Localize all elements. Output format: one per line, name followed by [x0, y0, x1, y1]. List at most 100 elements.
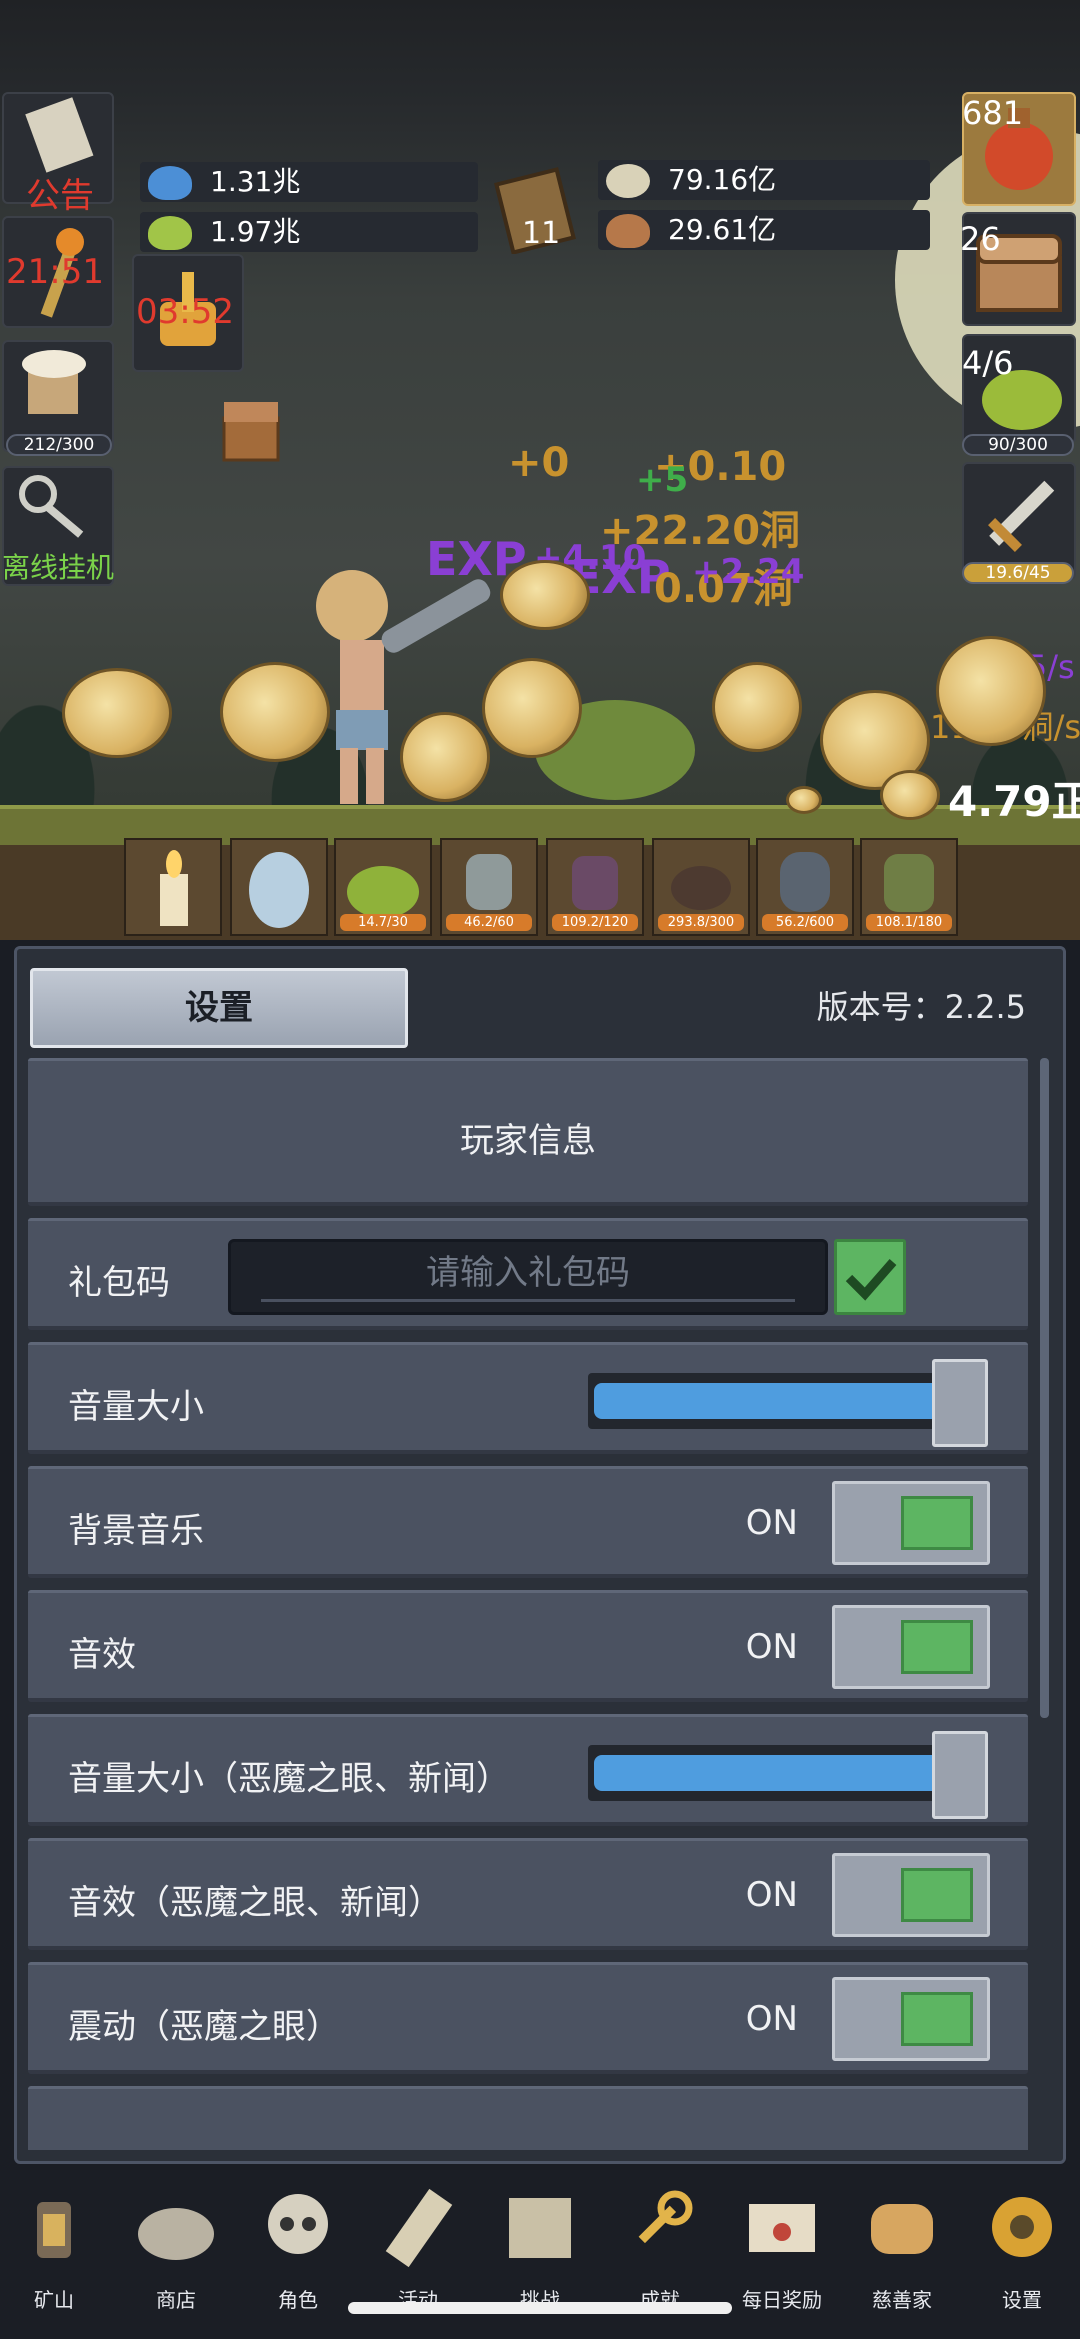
battle-fx: +0: [508, 440, 570, 486]
coin-bag-icon: [138, 2208, 214, 2260]
resource-meat: 29.61亿: [598, 210, 930, 250]
monster-slot[interactable]: 109.2/120: [546, 838, 644, 936]
toggle-knob: [901, 1868, 973, 1922]
nav-item-settings[interactable]: 设置: [962, 2180, 1080, 2330]
vibrate-label: 震动（恶魔之眼）: [68, 2007, 340, 2047]
monster-slot[interactable]: 293.8/300: [652, 838, 750, 936]
home-indicator[interactable]: [348, 2302, 732, 2314]
gift-code-confirm-button[interactable]: [834, 1239, 906, 1315]
chest-timer: 03:52: [136, 292, 234, 332]
monster-slot[interactable]: 56.2/600: [756, 838, 854, 936]
volume-label: 音量大小: [68, 1387, 204, 1427]
coin: [62, 668, 172, 758]
coin: [400, 712, 490, 802]
settings-list: 玩家信息 礼包码 请输入礼包码 音量大小 背景音乐 ON 音效 ON 音量大小（…: [28, 1058, 1038, 2150]
imp-monster-icon: [572, 856, 618, 910]
settings-scrollbar[interactable]: [1040, 1058, 1049, 1718]
slime-ratio: 4/6: [962, 344, 1014, 382]
nav-label: 慈善家: [872, 2288, 932, 2312]
version-label: 版本号：2.2.5: [816, 988, 1026, 1026]
monster-slot[interactable]: 14.7/30: [334, 838, 432, 936]
potion-count: 681: [962, 94, 1024, 132]
gift-code-row: 礼包码 请输入礼包码: [28, 1218, 1028, 1330]
hooded-monster-icon: [780, 852, 830, 912]
slime-progress: 90/300: [962, 434, 1074, 456]
sword-progress: 19.6/45: [962, 562, 1074, 584]
coin: [880, 770, 940, 820]
green-potion-icon: [148, 216, 192, 250]
map-icon: [509, 2198, 571, 2258]
nav-label: 矿山: [34, 2288, 74, 2312]
monster-slot[interactable]: 108.1/180: [860, 838, 958, 936]
toggle-knob: [901, 1620, 973, 1674]
coin: [500, 560, 590, 630]
chest-count: 26: [960, 220, 1001, 258]
monster-progress: 56.2/600: [762, 914, 848, 931]
resource-blue-potion: 1.31兆: [140, 162, 478, 202]
volume-slider-handle[interactable]: [932, 1359, 988, 1447]
nav-label: 商店: [156, 2288, 196, 2312]
egg-icon: [249, 852, 309, 928]
blue-potion-icon: [148, 166, 192, 200]
bgm-toggle[interactable]: [832, 1481, 990, 1565]
ale-progress: 212/300: [6, 434, 112, 456]
nav-item-philanthropist[interactable]: 慈善家: [842, 2180, 962, 2330]
small-chest-icon[interactable]: [216, 388, 286, 468]
battle-fx: +2.24: [692, 552, 805, 592]
candle-slot[interactable]: [124, 838, 222, 936]
resource-green-potion: 1.97兆: [140, 212, 478, 252]
resource-coin: 79.16亿: [598, 160, 930, 200]
checkmark-icon: [845, 1259, 897, 1301]
sfx-toggle[interactable]: [832, 1605, 990, 1689]
bgm-row: 背景音乐 ON: [28, 1466, 1028, 1578]
nav-item-daily-reward[interactable]: 每日奖励: [722, 2180, 842, 2330]
gear-icon: [992, 2197, 1052, 2257]
volume2-slider-fill: [594, 1755, 946, 1791]
toggle-knob: [901, 1496, 973, 1550]
gift-code-input[interactable]: 请输入礼包码: [228, 1239, 828, 1315]
monster-slot[interactable]: 46.2/60: [440, 838, 538, 936]
resource-coin-value: 79.16亿: [668, 163, 777, 196]
toggle-knob: [901, 1992, 973, 2046]
player-info-row[interactable]: 玩家信息: [28, 1058, 1028, 1206]
volume2-row: 音量大小（恶魔之眼、新闻）: [28, 1714, 1028, 1826]
resource-meat-value: 29.61亿: [668, 213, 777, 246]
nav-label: 设置: [1002, 2288, 1042, 2312]
skull-icon: [268, 2194, 328, 2254]
tab-settings[interactable]: 设置: [30, 968, 408, 1048]
notice-label: 公告: [26, 176, 94, 216]
envelope-icon: [749, 2204, 815, 2252]
silver-coin-icon: [606, 164, 650, 198]
beer-mug-icon: [22, 350, 86, 414]
volume-slider[interactable]: [588, 1359, 988, 1447]
vibrate-toggle[interactable]: [832, 1977, 990, 2061]
sfx2-toggle[interactable]: [832, 1853, 990, 1937]
coin: [220, 662, 330, 762]
sfx-label: 音效: [68, 1635, 136, 1675]
monster-progress: 108.1/180: [866, 914, 952, 931]
key-icon: [19, 475, 84, 538]
egg-slot[interactable]: [230, 838, 328, 936]
sfx2-label: 音效（恶魔之眼、新闻）: [68, 1883, 442, 1923]
nav-item-shop[interactable]: 商店: [116, 2180, 236, 2330]
nav-label: 每日奖励: [742, 2288, 822, 2312]
volume2-slider-handle[interactable]: [932, 1731, 988, 1819]
next-row-partial: [28, 2086, 1028, 2150]
coin: [936, 636, 1046, 746]
game-scene: 公告 21:51 03:52 212/300 离线挂机 1.31兆 1.97兆 …: [0, 0, 1080, 940]
scroll-icon: [385, 2188, 453, 2268]
sfx2-state: ON: [745, 1875, 798, 1915]
gift-code-placeholder: 请输入礼包码: [426, 1253, 630, 1293]
resource-green-value: 1.97兆: [210, 215, 301, 248]
candle-icon: [160, 850, 188, 926]
coin: [786, 786, 822, 814]
sword-icon: [988, 480, 1055, 552]
nav-label: 角色: [278, 2288, 318, 2312]
nav-item-mine[interactable]: 矿山: [0, 2180, 114, 2330]
total-gold: 4.79正: [948, 777, 1080, 826]
monster-progress: 109.2/120: [552, 914, 638, 931]
nav-item-character[interactable]: 角色: [238, 2180, 358, 2330]
volume2-slider[interactable]: [588, 1731, 988, 1819]
torch-timer: 21:51: [6, 252, 104, 292]
bgm-label: 背景音乐: [68, 1511, 204, 1551]
